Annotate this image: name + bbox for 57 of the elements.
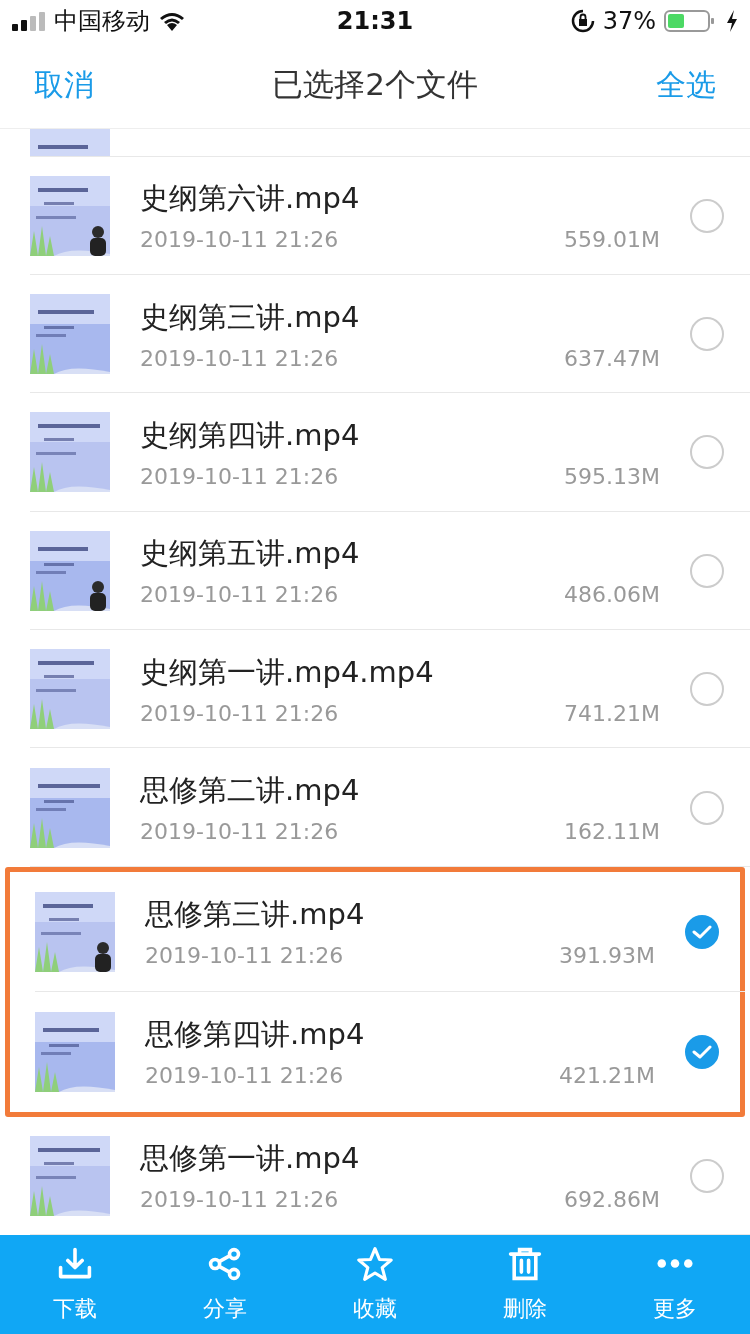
checkmark-icon (692, 1043, 712, 1060)
file-size: 162.11M (564, 819, 660, 844)
file-date: 2019-10-11 21:26 (140, 1187, 339, 1213)
star-icon (357, 1245, 393, 1282)
file-name: 史纲第五讲.mp4 (140, 535, 361, 573)
file-date: 2019-10-11 21:26 (145, 943, 344, 969)
select-checkbox[interactable] (690, 553, 724, 588)
file-size: 559.01M (564, 227, 660, 253)
toolbar-button[interactable]: 下载 (25, 1245, 125, 1324)
nav-title: 已选择2个文件 (272, 65, 478, 104)
file-date: 2019-10-11 21:26 (140, 345, 339, 371)
file-name: 思修第四讲.mp4 (145, 1016, 366, 1054)
wifi-icon (158, 11, 186, 31)
signal-icon (12, 11, 46, 31)
file-size: 741.21M (564, 700, 660, 726)
file-size: 486.06M (564, 582, 660, 608)
more-icon (657, 1257, 693, 1269)
toolbar-button[interactable]: 收藏 (325, 1245, 425, 1324)
file-date: 2019-10-11 21:26 (140, 464, 339, 489)
select-all-button[interactable]: 全选 (656, 64, 716, 106)
file-size: 692.86M (564, 1187, 660, 1213)
file-name: 史纲第六讲.mp4 (140, 180, 361, 218)
clock-time: 21:31 (336, 7, 414, 35)
select-checkbox[interactable] (690, 790, 724, 825)
charging-icon (726, 10, 738, 32)
select-checkbox[interactable] (685, 914, 719, 949)
select-checkbox[interactable] (690, 1158, 724, 1193)
toolbar-button[interactable]: 分享 (175, 1245, 275, 1324)
file-date: 2019-10-11 21:26 (140, 227, 339, 253)
file-date: 2019-10-11 21:26 (145, 1063, 344, 1089)
file-date: 2019-10-11 21:26 (140, 819, 339, 844)
file-name: 史纲第三讲.mp4 (140, 298, 361, 336)
rotation-lock-icon (570, 9, 595, 33)
file-name: 思修第一讲.mp4 (140, 1140, 361, 1178)
file-size: 391.93M (559, 943, 655, 969)
toolbar-button[interactable]: 删除 (475, 1245, 575, 1324)
file-size: 421.21M (559, 1063, 655, 1089)
trash-icon (507, 1245, 543, 1282)
file-date: 2019-10-11 21:26 (140, 700, 339, 726)
select-checkbox[interactable] (690, 198, 724, 233)
file-name: 史纲第四讲.mp4 (140, 417, 361, 454)
select-checkbox[interactable] (690, 317, 724, 352)
select-checkbox[interactable] (685, 1034, 719, 1069)
select-checkbox[interactable] (690, 672, 724, 707)
select-checkbox[interactable] (690, 435, 724, 470)
share-icon (207, 1245, 243, 1282)
file-size: 637.47M (564, 345, 660, 371)
file-name: 思修第二讲.mp4 (140, 772, 361, 809)
carrier-name: 中国移动 (54, 6, 150, 37)
battery-percent: 37% (602, 7, 656, 35)
toolbar-button[interactable]: 更多 (625, 1245, 725, 1324)
checkmark-icon (692, 923, 712, 940)
file-name: 史纲第一讲.mp4.mp4 (140, 653, 435, 691)
cancel-button[interactable]: 取消 (34, 64, 94, 106)
file-name: 思修第三讲.mp4 (145, 896, 366, 934)
file-size: 595.13M (564, 464, 660, 489)
file-date: 2019-10-11 21:26 (140, 582, 339, 608)
